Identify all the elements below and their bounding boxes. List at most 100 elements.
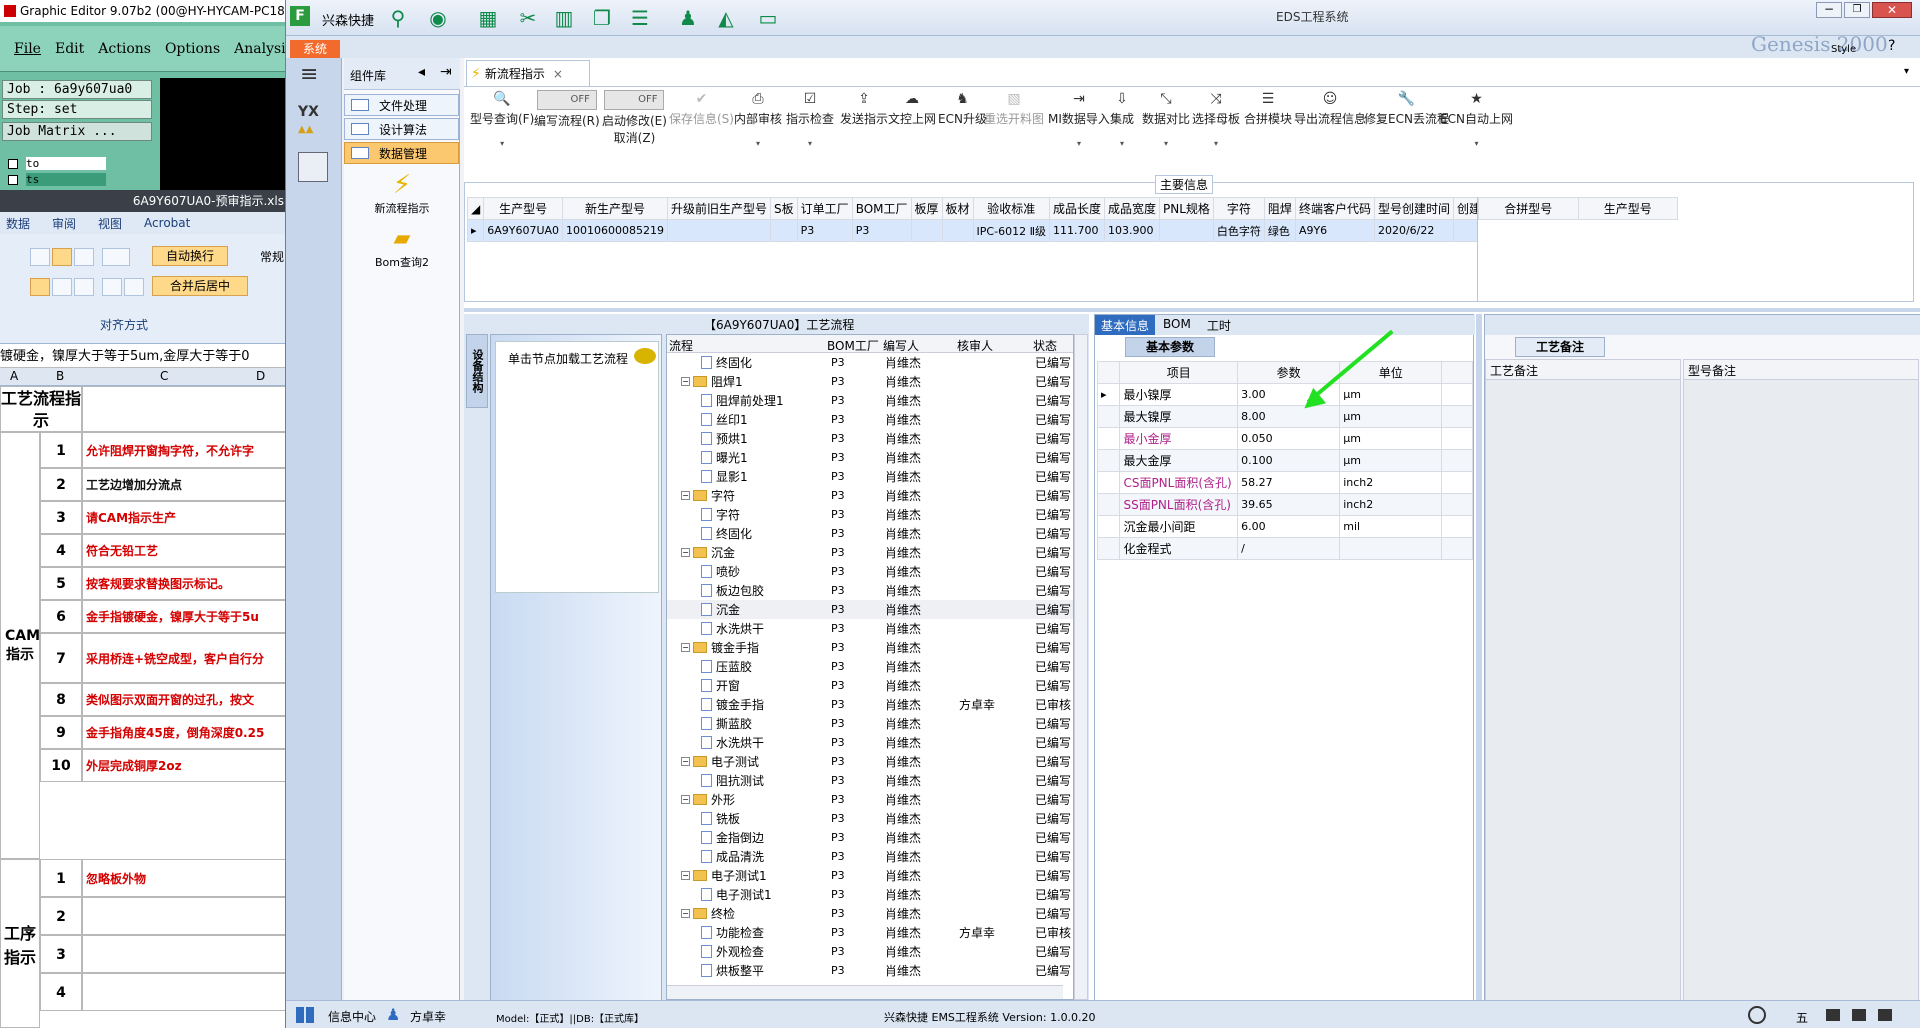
- main-col-header[interactable]: 成品长度: [1048, 197, 1106, 220]
- main-cell[interactable]: 6A9Y607UA0: [483, 219, 564, 242]
- tree-node[interactable]: 撕蓝胶 P3 肖维杰 已编写: [667, 714, 1073, 733]
- main-col-header[interactable]: 订单工厂: [796, 197, 853, 220]
- main-cell[interactable]: 103.900: [1103, 219, 1161, 242]
- cam-instruction-cell[interactable]: 请CAM指示生产: [82, 501, 290, 534]
- tree-col-header[interactable]: 状态: [1033, 337, 1057, 354]
- cam-instruction-cell[interactable]: 外层完成铜厚2oz: [82, 749, 290, 782]
- expand-icon[interactable]: −: [681, 491, 690, 500]
- main-cell[interactable]: P3: [796, 219, 853, 242]
- toolbar-15[interactable]: ☺ 导出流程信息: [1294, 90, 1366, 127]
- proc-instruction-cell[interactable]: [82, 935, 290, 973]
- list-icon[interactable]: ☰: [628, 6, 652, 30]
- toolbar-7[interactable]: ☁ 文控上网: [888, 90, 936, 127]
- minimize-button[interactable]: −: [1816, 2, 1842, 18]
- toggle-switch[interactable]: OFF: [536, 90, 597, 110]
- search-icon[interactable]: ⚲: [386, 6, 410, 30]
- main-cell[interactable]: A9Y6: [1294, 219, 1375, 242]
- layer-row[interactable]: to: [8, 156, 106, 171]
- toolbar-9[interactable]: ▧ 重选开料图: [984, 90, 1044, 127]
- param-row[interactable]: 最大镍厚 8.00 μm: [1096, 405, 1473, 428]
- toolbar-14[interactable]: ☰ 合拼模块: [1244, 90, 1292, 127]
- tree-hscrollbar[interactable]: [667, 985, 1063, 999]
- toolbar-3[interactable]: ✔ 保存信息(S): [669, 90, 734, 127]
- tree-node[interactable]: − 外形 P3 肖维杰 已编写: [667, 790, 1073, 809]
- toggle-switch[interactable]: OFF: [604, 90, 665, 110]
- tree-node[interactable]: 板边包胶 P3 肖维杰 已编写: [667, 581, 1073, 600]
- calculator-icon[interactable]: [298, 152, 328, 182]
- sidebar-item-file-processing[interactable]: 文件处理: [344, 94, 459, 116]
- main-cell[interactable]: [1452, 219, 1477, 242]
- tree-node[interactable]: 水洗烘干 P3 肖维杰 已编写: [667, 619, 1073, 638]
- chevron-down-icon[interactable]: ▾: [1440, 139, 1513, 148]
- tree-node[interactable]: 沉金 P3 肖维杰 已编写: [667, 600, 1073, 619]
- tree-node[interactable]: 终固化 P3 肖维杰 已编写: [667, 524, 1073, 543]
- param-row[interactable]: CS面PNL面积(含孔) 58.27 inch2: [1096, 471, 1473, 494]
- tree-node[interactable]: 喷砂 P3 肖维杰 已编写: [667, 562, 1073, 581]
- param-row[interactable]: 化金程式 /: [1096, 537, 1473, 560]
- tree-node[interactable]: 镀金手指 P3 肖维杰 方卓幸 已审核: [667, 695, 1073, 714]
- cam-instruction-cell[interactable]: 工艺边增加分流点: [82, 468, 290, 501]
- tray-icon[interactable]: [1826, 1009, 1840, 1021]
- chevron-down-icon[interactable]: ▾: [1048, 139, 1110, 148]
- sidebar-item-design-algorithm[interactable]: 设计算法: [344, 118, 459, 140]
- main-col-header[interactable]: 成品宽度: [1103, 197, 1161, 220]
- tree-node[interactable]: 铣板 P3 肖维杰 已编写: [667, 809, 1073, 828]
- chevron-down-icon[interactable]: ▾: [786, 139, 834, 148]
- tree-col-header[interactable]: BOM工厂: [827, 337, 879, 354]
- tree-node[interactable]: 显影1 P3 肖维杰 已编写: [667, 467, 1073, 486]
- collapse-icon[interactable]: ◂: [418, 64, 425, 80]
- process-notes-area[interactable]: 工艺备注: [1485, 359, 1681, 1005]
- chevron-down-icon[interactable]: ▾: [1142, 139, 1190, 148]
- main-cell[interactable]: 绿色: [1263, 219, 1296, 242]
- load-node-box[interactable]: 单击节点加载工艺流程: [495, 341, 659, 593]
- main-cell[interactable]: [910, 219, 943, 242]
- close-button[interactable]: ✕: [1872, 2, 1912, 18]
- tab-review[interactable]: 审阅: [52, 215, 76, 232]
- tree-node[interactable]: 金指倒边 P3 肖维杰 已编写: [667, 828, 1073, 847]
- style-menu[interactable]: Style: [1831, 44, 1856, 55]
- system-tab[interactable]: 系统: [290, 40, 340, 58]
- tab-data[interactable]: 数据: [6, 215, 30, 232]
- chevron-down-icon[interactable]: ▾: [1192, 139, 1240, 148]
- tree-node[interactable]: 烘板整平 P3 肖维杰 已编写: [667, 961, 1073, 980]
- auto-wrap-button[interactable]: 自动换行: [152, 246, 228, 266]
- main-cell[interactable]: [1159, 219, 1214, 242]
- toolbar-2[interactable]: OFF 启动修改(E) 取消(Z): [602, 90, 667, 146]
- tab-scroll-arrow[interactable]: ▾: [1904, 66, 1909, 77]
- tree-node[interactable]: 丝印1 P3 肖维杰 已编写: [667, 410, 1073, 429]
- tree-node[interactable]: 水洗烘干 P3 肖维杰 已编写: [667, 733, 1073, 752]
- checkbox[interactable]: [8, 158, 18, 169]
- film-icon[interactable]: ▥: [552, 6, 576, 30]
- tree-node[interactable]: − 镀金手指 P3 肖维杰 已编写: [667, 638, 1073, 657]
- indent-increase-button[interactable]: [124, 278, 144, 296]
- chart-icon[interactable]: ◭: [714, 6, 738, 30]
- toolbar-11[interactable]: ⇩ 集成 ▾: [1110, 90, 1134, 148]
- expand-icon[interactable]: −: [681, 548, 690, 557]
- main-col-header[interactable]: 创建人: [1452, 197, 1477, 220]
- horizontal-splitter[interactable]: [464, 308, 1920, 312]
- tray-icon[interactable]: [1878, 1009, 1892, 1021]
- toolbar-4[interactable]: ⎙ 内部审核 ▾: [734, 90, 782, 148]
- hamburger-icon[interactable]: ≡: [300, 64, 324, 86]
- main-cell[interactable]: [770, 219, 798, 242]
- param-value[interactable]: 58.27: [1237, 471, 1341, 494]
- merge-col-header[interactable]: 生产型号: [1577, 197, 1678, 220]
- menu-options[interactable]: Options: [165, 41, 220, 57]
- main-cell[interactable]: P3: [851, 219, 912, 242]
- checkbox[interactable]: [8, 174, 18, 185]
- toolbar-17[interactable]: ★ ECN自动上网 ▾: [1440, 90, 1513, 148]
- toolbar-16[interactable]: 🔧 修复ECN丢流程: [1364, 90, 1449, 127]
- job-matrix-button[interactable]: Job Matrix ...: [2, 122, 152, 141]
- help-icon[interactable]: ?: [1888, 38, 1895, 54]
- toolbar-10[interactable]: ⇥ MI数据导入 ▾: [1048, 90, 1110, 148]
- merge-col-header[interactable]: 合拼型号: [1478, 197, 1579, 220]
- tree-node[interactable]: 电子测试1 P3 肖维杰 已编写: [667, 885, 1073, 904]
- globe-icon[interactable]: ◉: [426, 6, 450, 30]
- cam-instruction-cell[interactable]: 允许阻焊开窗掏字符，不允许字: [82, 432, 290, 468]
- formula-bar[interactable]: 镀硬金，镍厚大于等于5um,金厚大于等于0: [0, 346, 290, 368]
- main-col-header[interactable]: 板材: [941, 197, 974, 220]
- grid-icon[interactable]: ▦: [476, 6, 500, 30]
- number-format-select[interactable]: 常规: [260, 248, 284, 265]
- param-value[interactable]: /: [1237, 537, 1341, 560]
- tree-vscrollbar[interactable]: [1074, 334, 1088, 1000]
